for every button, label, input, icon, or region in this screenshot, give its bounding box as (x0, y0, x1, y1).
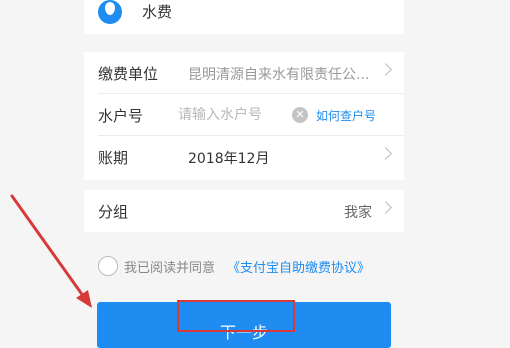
utility-header-card (84, 0, 404, 34)
group-label: 分组 (98, 203, 129, 221)
provider-row[interactable]: 缴费单位 昆明清源自来水有限责任公... (84, 52, 404, 94)
chevron-right-icon (379, 147, 392, 160)
period-label: 账期 (98, 149, 129, 167)
utility-name: 水费 (142, 3, 173, 21)
clear-icon[interactable]: ✕ (292, 107, 308, 123)
group-row[interactable]: 分组 我家 (84, 190, 404, 232)
account-label: 水户号 (98, 107, 144, 125)
agreement-checkbox[interactable] (98, 256, 118, 276)
provider-value: 昆明清源自来水有限责任公... (188, 67, 370, 83)
lookup-account-link[interactable]: 如何查户号 (316, 107, 376, 124)
period-row[interactable]: 账期 2018年12月 (84, 136, 404, 178)
water-drop-icon (98, 0, 122, 24)
period-value: 2018年12月 (188, 151, 270, 167)
highlight-box (177, 300, 295, 332)
group-value: 我家 (344, 205, 372, 221)
account-row: 水户号 ✕ 如何查户号 (84, 94, 404, 136)
provider-label: 缴费单位 (98, 65, 159, 83)
chevron-right-icon (379, 63, 392, 76)
account-input[interactable] (178, 104, 288, 126)
chevron-right-icon (379, 201, 392, 214)
agreement-link[interactable]: 《支付宝自助缴费协议》 (227, 257, 370, 276)
agreement-text: 我已阅读并同意 (124, 261, 216, 276)
